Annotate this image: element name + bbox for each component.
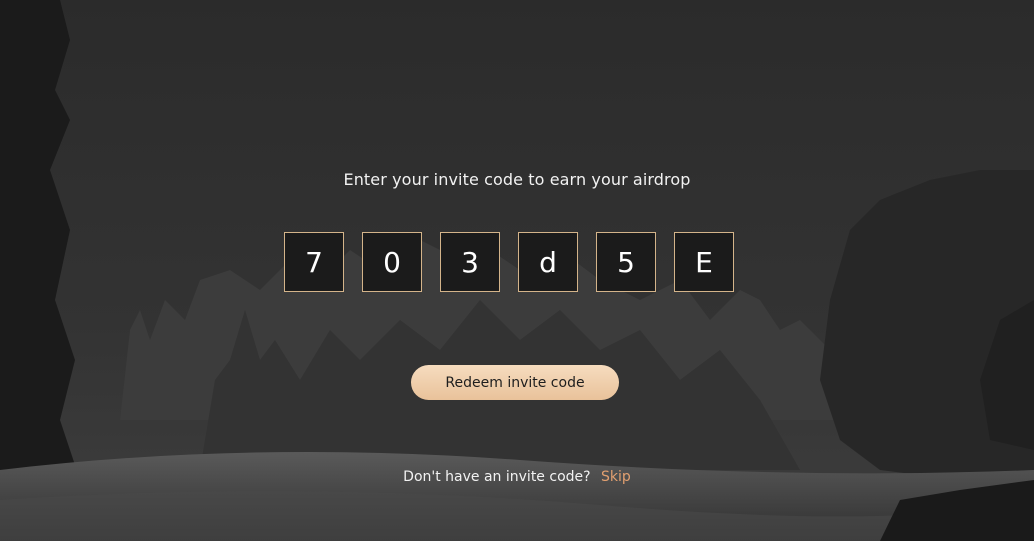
invite-code-heading: Enter your invite code to earn your aird… [343,170,691,189]
code-digit-5[interactable]: 5 [596,232,656,292]
page-background: Enter your invite code to earn your aird… [0,0,1034,541]
skip-row: Don't have an invite code? Skip [0,469,1034,485]
code-digit-2[interactable]: 0 [362,232,422,292]
code-digit-4[interactable]: d [518,232,578,292]
invite-code-inputs: 7 0 3 d 5 E [284,232,734,292]
redeem-invite-code-button[interactable]: Redeem invite code [411,365,619,400]
code-digit-3[interactable]: 3 [440,232,500,292]
no-invite-code-text: Don't have an invite code? [403,469,591,485]
code-digit-6[interactable]: E [674,232,734,292]
code-digit-1[interactable]: 7 [284,232,344,292]
skip-link[interactable]: Skip [601,469,631,485]
